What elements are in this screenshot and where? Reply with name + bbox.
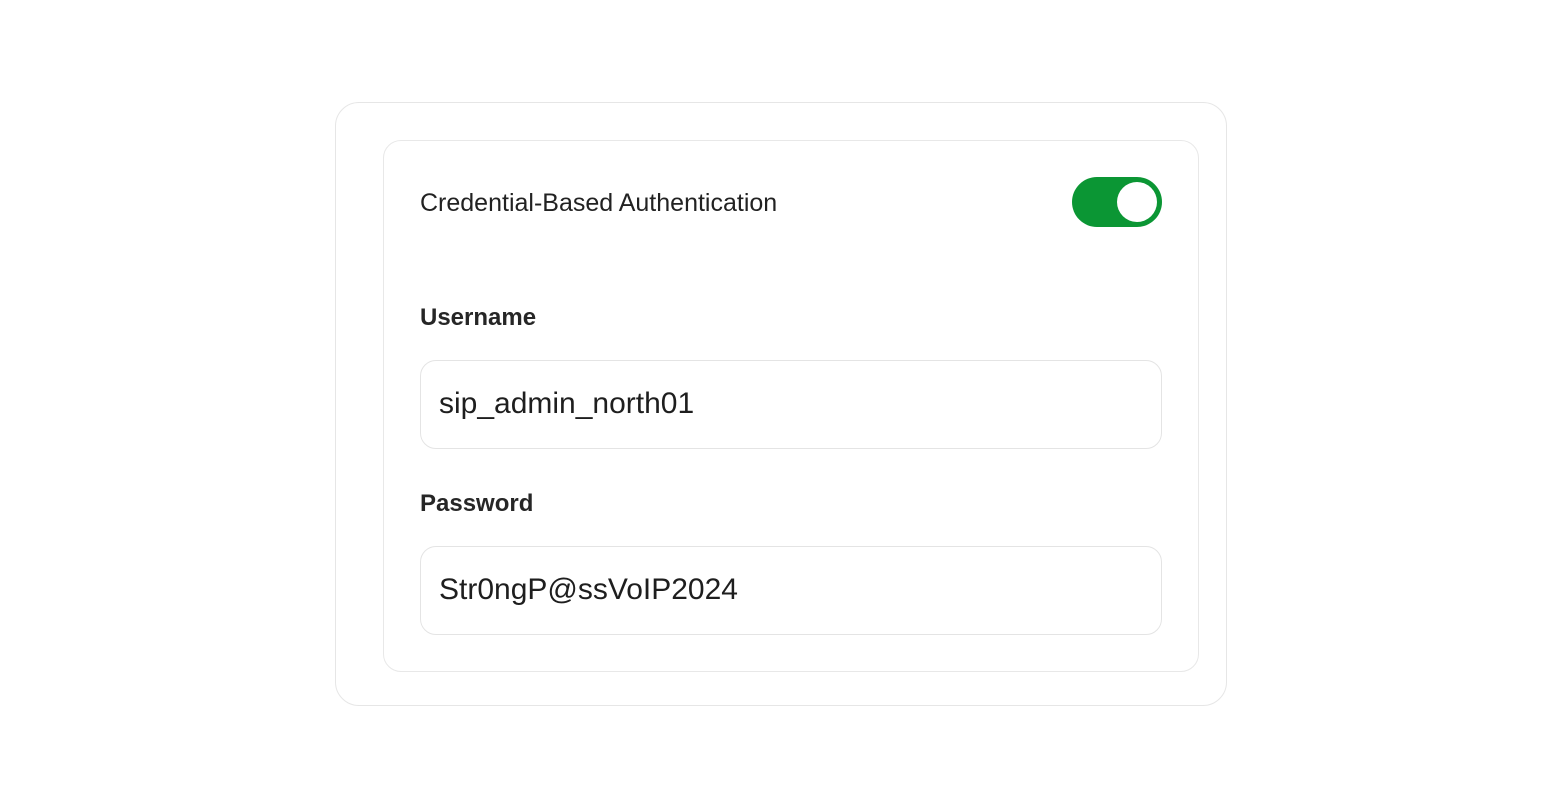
username-input[interactable] (439, 361, 1139, 447)
credential-auth-label: Credential-Based Authentication (420, 189, 778, 217)
username-label: Username (420, 304, 537, 331)
password-field-box (420, 546, 1162, 635)
toggle-knob (1117, 182, 1157, 222)
password-label: Password (420, 490, 534, 517)
username-field-box (420, 360, 1162, 449)
credential-auth-toggle[interactable] (1072, 177, 1162, 227)
password-input[interactable] (439, 547, 1139, 633)
